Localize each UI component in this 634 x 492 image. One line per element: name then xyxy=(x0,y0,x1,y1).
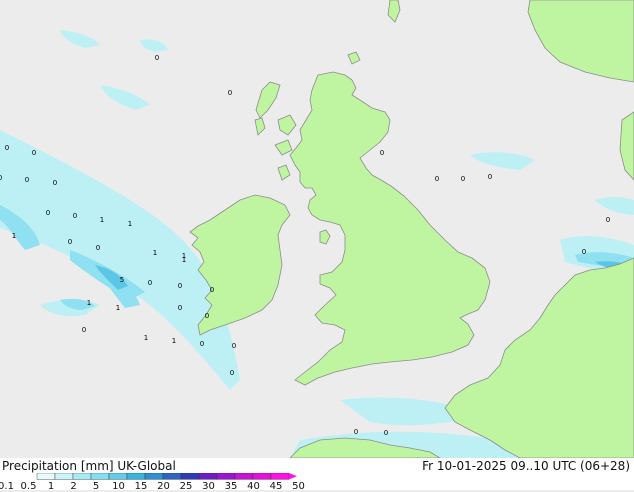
station-value: 1 xyxy=(172,337,176,345)
scale-swatch xyxy=(108,473,128,480)
precipitation-map: 000000000111010115001010001100000000000 xyxy=(0,0,634,458)
station-value: 0 xyxy=(178,282,182,290)
color-scale xyxy=(36,473,297,480)
scale-swatch xyxy=(180,473,200,480)
scale-swatch xyxy=(36,473,56,480)
scale-tick-label: 0.1 xyxy=(0,481,14,492)
station-value: 0 xyxy=(25,176,29,184)
station-value: 5 xyxy=(120,276,124,284)
station-value: 1 xyxy=(153,249,157,257)
station-value: 0 xyxy=(205,312,209,320)
scale-swatch xyxy=(72,473,92,480)
scale-swatch xyxy=(126,473,146,480)
station-value: 0 xyxy=(96,244,100,252)
scale-tick-label: 40 xyxy=(247,481,260,492)
station-value: 0 xyxy=(606,216,610,224)
station-value: 0 xyxy=(0,174,2,182)
station-value: 1 xyxy=(128,220,132,228)
scale-swatch xyxy=(90,473,110,480)
station-value: 0 xyxy=(488,173,492,181)
station-value: 0 xyxy=(32,149,36,157)
scale-swatch xyxy=(144,473,164,480)
scale-tick-label: 45 xyxy=(269,481,283,492)
scale-tick-label: 35 xyxy=(224,481,238,492)
station-value: 1 xyxy=(116,304,120,312)
scale-tick-label: 10 xyxy=(112,481,125,492)
station-value: 1 xyxy=(87,299,91,307)
scale-swatch xyxy=(216,473,236,480)
scale-tick-label: 50 xyxy=(292,481,305,492)
station-value: 1 xyxy=(12,232,16,240)
station-value: 0 xyxy=(73,212,77,220)
valid-time: Fr 10-01-2025 09..10 UTC (06+28) xyxy=(422,459,630,473)
scale-tick-label: 5 xyxy=(92,481,100,492)
station-value: 0 xyxy=(53,179,57,187)
station-value: 0 xyxy=(200,340,204,348)
station-value: 0 xyxy=(228,89,232,97)
scale-swatch xyxy=(198,473,218,480)
scale-tick-label: 30 xyxy=(202,481,215,492)
scale-tick-label: 15 xyxy=(134,481,148,492)
station-value: 1 xyxy=(100,216,104,224)
station-value: 0 xyxy=(68,238,72,246)
station-value: 0 xyxy=(354,428,358,436)
scale-swatch xyxy=(270,473,290,480)
map-title: Precipitation [mm] UK-Global xyxy=(2,459,176,473)
station-value: 0 xyxy=(384,429,388,437)
station-value: 0 xyxy=(155,54,159,62)
station-value: 0 xyxy=(232,342,236,350)
legend-bar: Precipitation [mm] UK-Global Fr 10-01-20… xyxy=(0,458,634,492)
station-value: 0 xyxy=(46,209,50,217)
scale-tick-label: 25 xyxy=(179,481,193,492)
scale-tick-label: 0.5 xyxy=(20,481,37,492)
station-value: 0 xyxy=(230,369,234,377)
scale-arrow xyxy=(289,473,297,480)
station-value: 0 xyxy=(148,279,152,287)
scale-swatch xyxy=(252,473,272,480)
station-value: 0 xyxy=(461,175,465,183)
station-value: 0 xyxy=(380,149,384,157)
scale-swatch xyxy=(234,473,254,480)
scale-tick-label: 20 xyxy=(157,481,170,492)
scale-tick-label: 2 xyxy=(70,481,77,492)
scale-swatch xyxy=(54,473,74,480)
station-value: 0 xyxy=(82,326,86,334)
scale-tick-label: 1 xyxy=(47,481,55,492)
station-value: 1 xyxy=(182,256,186,264)
station-value: 1 xyxy=(144,334,148,342)
scale-swatch xyxy=(162,473,182,480)
station-value: 0 xyxy=(435,175,439,183)
station-value: 0 xyxy=(5,144,9,152)
station-value: 0 xyxy=(582,248,586,256)
station-value: 0 xyxy=(178,304,182,312)
station-value: 0 xyxy=(210,286,214,294)
